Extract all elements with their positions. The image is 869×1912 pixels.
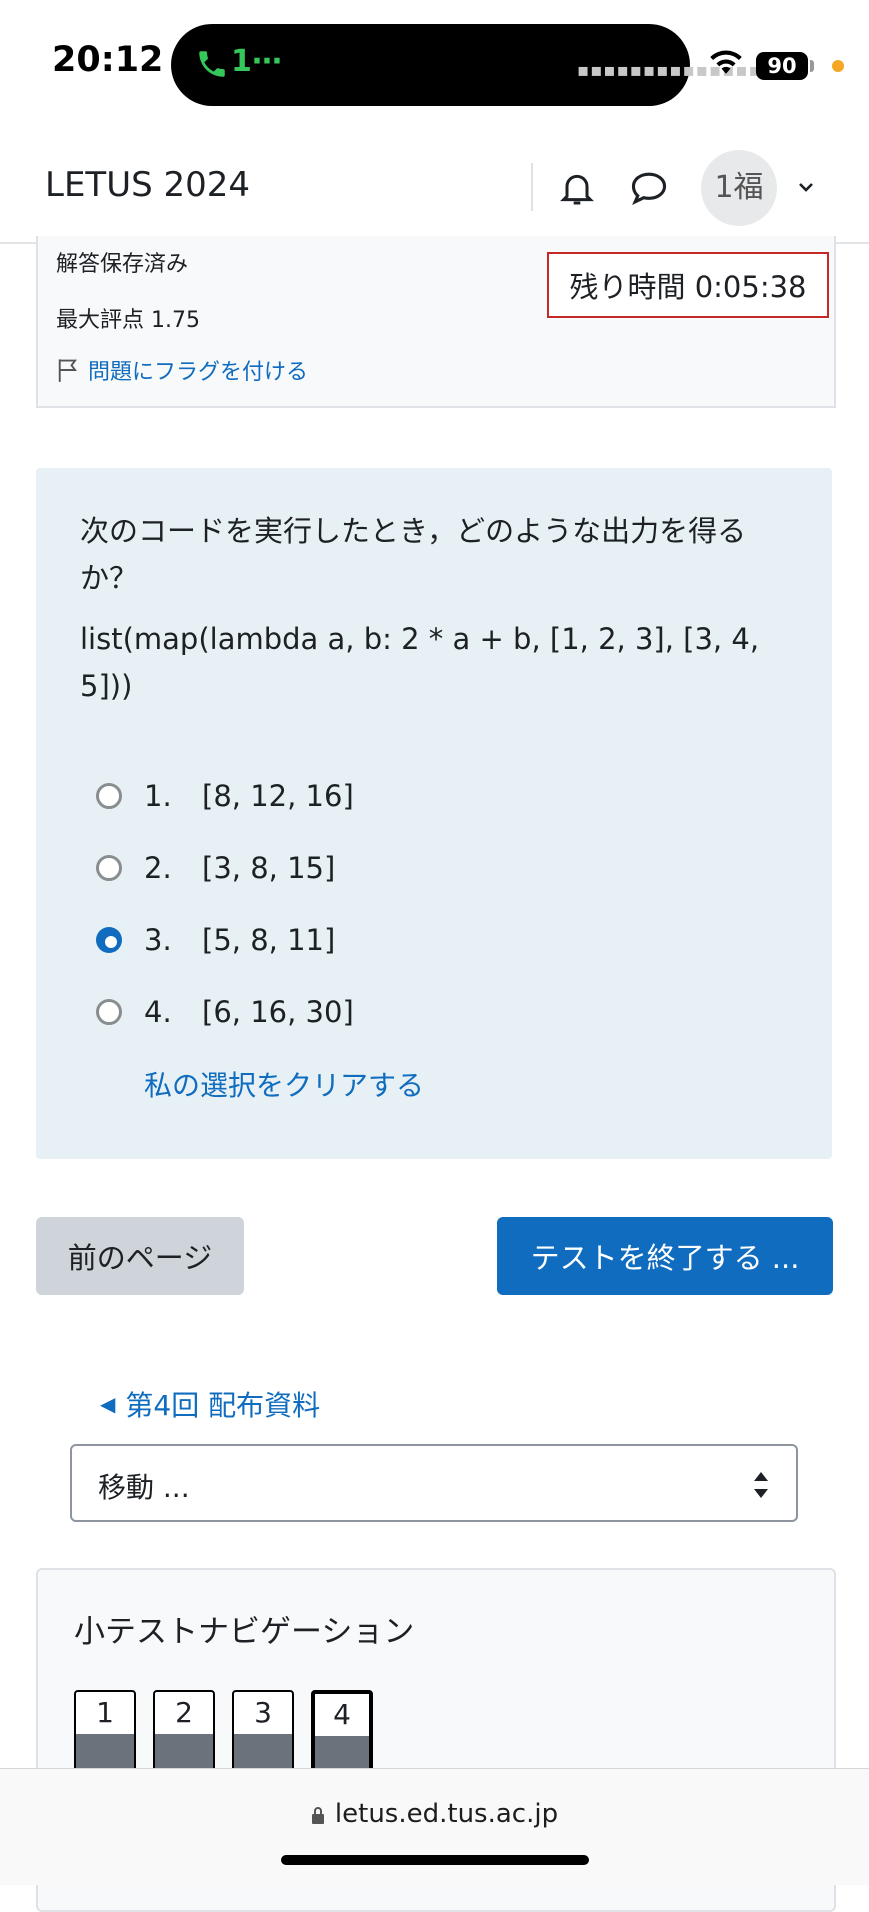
- wifi-icon: [710, 50, 742, 74]
- option-number: 1.: [144, 779, 172, 813]
- radio-button[interactable]: [96, 999, 122, 1025]
- status-time: 20:12: [52, 40, 164, 80]
- privacy-indicator-dot: [832, 60, 844, 72]
- radio-button[interactable]: [96, 855, 122, 881]
- user-avatar[interactable]: 1福: [701, 150, 777, 226]
- question-code: list(map(lambda a, b: 2 * a + b, [1, 2, …: [80, 622, 760, 703]
- question-panel: 次のコードを実行したとき，どのような出力を得るか？ list(map(lambd…: [36, 468, 832, 1159]
- lock-icon: [311, 1807, 324, 1824]
- option-number: 4.: [144, 995, 172, 1029]
- top-navbar: LETUS 2024 1福: [0, 125, 869, 244]
- call-indicator: 1⋯: [231, 44, 282, 79]
- answer-option[interactable]: 1. [8, 12, 16]: [96, 776, 354, 816]
- quiz-navigation-title: 小テストナビゲーション: [74, 1614, 415, 1650]
- radio-button[interactable]: [96, 783, 122, 809]
- previous-page-button[interactable]: 前のページ: [36, 1217, 244, 1295]
- quiz-nav-button[interactable]: 2: [153, 1690, 215, 1780]
- quiz-nav-number: 2: [175, 1696, 193, 1729]
- phone-icon: [199, 51, 225, 77]
- max-grade: 最大評点 1.75: [56, 308, 200, 333]
- quiz-nav-button[interactable]: 3: [232, 1690, 294, 1780]
- option-label: [8, 12, 16]: [202, 779, 354, 813]
- question-text: 次のコードを実行したとき，どのような出力を得るか？: [80, 514, 747, 595]
- option-number: 2.: [144, 851, 172, 885]
- chat-bubble-icon[interactable]: [628, 169, 670, 207]
- flag-label: 問題にフラグを付ける: [88, 360, 309, 385]
- flag-icon: [58, 359, 77, 382]
- bell-icon[interactable]: [557, 167, 597, 209]
- dynamic-island[interactable]: 1⋯ ▪▪▪▪▪▪▪▪▪▪▪▪▪▪▪: [171, 24, 774, 106]
- browser-url-bar[interactable]: letus.ed.tus.ac.jp: [0, 1768, 869, 1885]
- answer-option-selected[interactable]: 3. [5, 8, 11]: [96, 920, 335, 960]
- answer-option[interactable]: 4. [6, 16, 30]: [96, 992, 354, 1032]
- site-brand[interactable]: LETUS 2024: [45, 165, 250, 205]
- status-bar: 20:12 1⋯ ▪▪▪▪▪▪▪▪▪▪▪▪▪▪▪ 90: [0, 0, 869, 125]
- quiz-nav-number: 4: [333, 1698, 351, 1731]
- previous-activity-link[interactable]: ◀ 第4回 配布資料: [100, 1384, 320, 1424]
- select-updown-icon: [754, 1472, 768, 1498]
- option-number: 3.: [144, 923, 172, 957]
- nav-divider: [531, 163, 533, 211]
- triangle-left-icon: ◀: [100, 1392, 116, 1416]
- quiz-nav-number: 1: [96, 1696, 114, 1729]
- answer-option[interactable]: 2. [3, 8, 15]: [96, 848, 335, 888]
- quiz-nav-button-current[interactable]: 4: [311, 1690, 373, 1780]
- option-label: [5, 8, 11]: [202, 923, 336, 957]
- battery-icon: 90: [756, 52, 808, 80]
- audio-waveform-icon: ▪▪▪▪▪▪▪▪▪▪▪▪▪▪▪: [577, 60, 775, 81]
- flag-question-link[interactable]: 問題にフラグを付ける: [56, 354, 308, 386]
- answer-status: 解答保存済み: [56, 252, 189, 277]
- clear-choice-link[interactable]: 私の選択をクリアする: [144, 1064, 424, 1104]
- home-indicator[interactable]: [281, 1855, 589, 1865]
- chevron-down-icon[interactable]: [796, 177, 816, 197]
- quiz-nav-number: 3: [254, 1696, 272, 1729]
- url-text: letus.ed.tus.ac.jp: [334, 1799, 559, 1829]
- jump-to-value: 移動 ...: [98, 1471, 190, 1504]
- time-remaining: 残り時間 0:05:38: [547, 252, 829, 318]
- url-display[interactable]: letus.ed.tus.ac.jp: [0, 1799, 869, 1829]
- previous-activity-label: 第4回 配布資料: [125, 1389, 321, 1422]
- quiz-nav-button[interactable]: 1: [74, 1690, 136, 1780]
- option-label: [3, 8, 15]: [202, 851, 336, 885]
- battery-tip: [810, 60, 814, 72]
- jump-to-select[interactable]: 移動 ...: [70, 1444, 798, 1522]
- option-label: [6, 16, 30]: [202, 995, 354, 1029]
- finish-attempt-button[interactable]: テストを終了する ...: [497, 1217, 833, 1295]
- radio-button-checked[interactable]: [96, 927, 122, 953]
